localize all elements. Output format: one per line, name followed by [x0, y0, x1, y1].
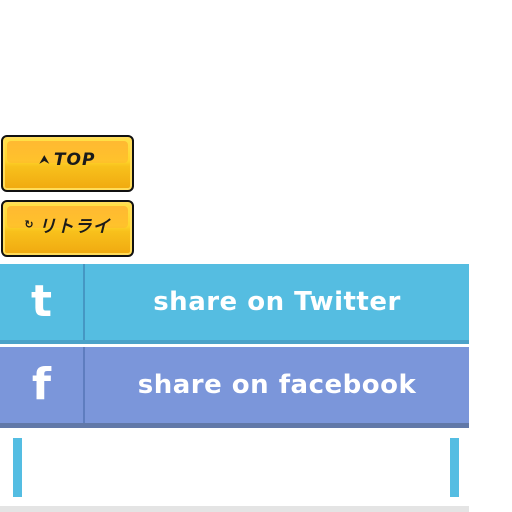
game-result-screen: ⮝ TOP ↻ リトライ t share on Twitter f share … — [0, 0, 512, 512]
left-accent-bar — [13, 438, 22, 497]
twitter-icon: t — [30, 276, 53, 327]
facebook-icon: f — [31, 359, 52, 410]
share-twitter-button[interactable]: t share on Twitter — [0, 264, 469, 344]
top-button-label-group: ⮝ TOP — [40, 150, 96, 170]
top-button[interactable]: ⮝ TOP — [1, 135, 134, 192]
share-facebook-button[interactable]: f share on facebook — [0, 347, 469, 428]
retry-icon: ↻ — [24, 218, 35, 231]
top-button-label: TOP — [53, 149, 96, 170]
up-arrow-icon: ⮝ — [39, 152, 50, 166]
bottom-panel — [0, 428, 469, 506]
right-accent-bar — [450, 438, 459, 497]
share-twitter-label: share on Twitter — [153, 287, 401, 317]
retry-button-label: リトライ — [38, 217, 111, 237]
retry-button-label-group: ↻ リトライ — [24, 212, 110, 237]
share-facebook-label: share on facebook — [137, 370, 417, 400]
bottom-divider — [0, 506, 469, 512]
facebook-icon-cell: f — [0, 347, 85, 423]
twitter-icon-cell: t — [0, 264, 85, 340]
retry-button[interactable]: ↻ リトライ — [1, 200, 134, 257]
